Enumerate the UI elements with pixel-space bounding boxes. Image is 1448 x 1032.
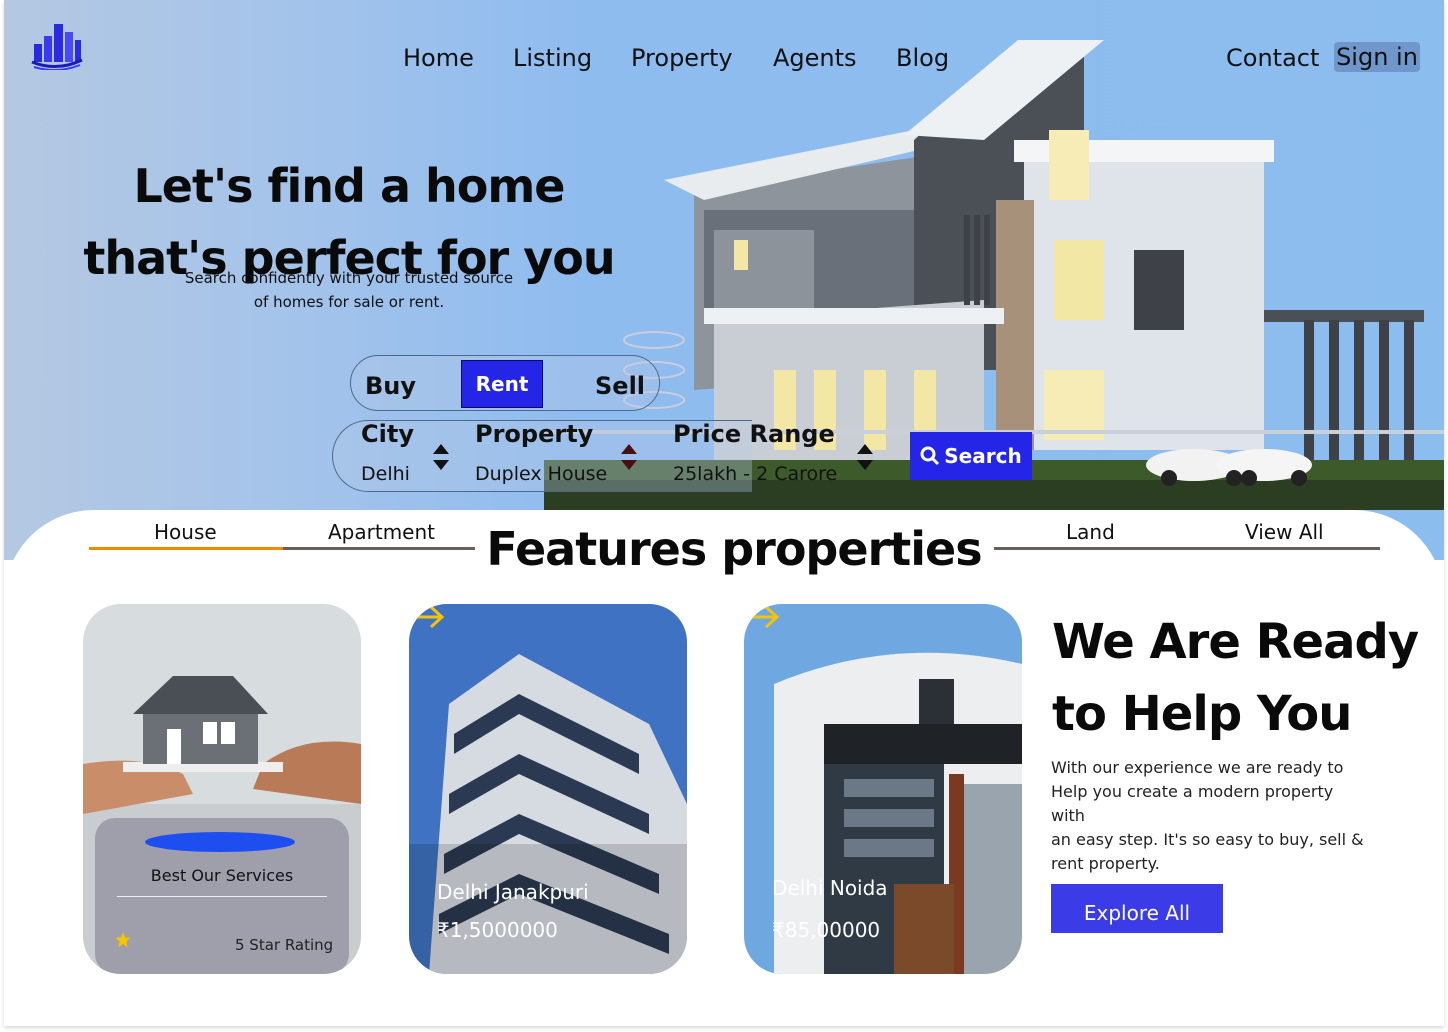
card-price: ₹1,5000000 [437,918,558,942]
services-highlight [145,832,295,852]
arrow-right-icon[interactable] [744,604,780,630]
category-divider-left [283,547,475,550]
ready-desc-4: an easy step. It's so easy to buy, sell … [1051,830,1364,849]
features-title: Features properties [486,522,982,576]
sort-arrows-icon[interactable] [856,442,874,472]
ready-title-line2: to Help You [1052,686,1352,742]
ready-title: We Are Ready to Help You [1052,606,1442,750]
category-apartment[interactable]: Apartment [328,520,435,544]
arrow-right-icon[interactable] [409,604,445,630]
page: Home Listing Property Agents Blog Contac… [4,0,1444,1026]
nav-home[interactable]: Home [403,44,474,72]
rating-text: 5 Star Rating [235,936,334,954]
services-title: Best Our Services [150,866,294,885]
card-price: ₹85,00000 [772,918,881,942]
category-land[interactable]: Land [1066,520,1115,544]
ready-description: With our experience we are ready to Help… [1051,756,1371,876]
ready-desc-5: rent property. [1051,854,1160,873]
price-range-label: Price Range [673,420,835,448]
card-location: Delhi Noida [772,876,888,900]
explore-all-button[interactable]: Explore All [1051,884,1223,933]
active-category-underline [89,547,283,550]
star-icon [115,932,131,947]
tab-buy[interactable]: Buy [365,372,416,400]
ready-title-line1: We Are Ready [1052,614,1419,670]
services-card[interactable]: Best Our Services 5 Star Rating [83,604,361,974]
headline-line1: Let's find a home [133,159,566,213]
sort-arrows-icon[interactable] [432,442,450,472]
property-card-janakpuri[interactable]: Delhi Janakpuri ₹1,5000000 [409,604,687,974]
category-view-all[interactable]: View All [1245,520,1324,544]
category-house[interactable]: House [154,520,217,544]
subline-2: of homes for sale or rent. [253,293,445,311]
search-button[interactable]: Search [910,432,1032,480]
property-label: Property [475,420,594,448]
category-divider-right [994,547,1380,550]
buildings-logo-icon[interactable] [30,20,84,70]
ready-desc-2: Help you create a modern property [1051,782,1334,801]
search-button-label: Search [944,444,1022,468]
subline-1: Search confidently with your trusted sou… [184,269,514,287]
sort-arrows-icon[interactable] [620,442,638,472]
hero-section: Home Listing Property Agents Blog Contac… [4,0,1444,560]
price-range-select[interactable]: 25lakh - 2 Carore [673,463,837,485]
services-overlay: Best Our Services 5 Star Rating [95,818,349,974]
ready-desc-3: with [1051,806,1085,825]
ready-desc-1: With our experience we are ready to [1051,758,1344,777]
search-icon [920,446,940,466]
tab-rent[interactable]: Rent [461,360,543,408]
city-select[interactable]: Delhi [361,463,410,485]
tab-sell[interactable]: Sell [595,372,645,400]
property-card-noida[interactable]: Delhi Noida ₹85,00000 [744,604,1022,974]
property-select[interactable]: Duplex House [475,463,607,485]
card-location: Delhi Janakpuri [437,880,589,904]
hero-subline: Search confidently with your trusted sou… [164,266,534,314]
city-label: City [361,420,414,448]
divider [117,896,327,897]
